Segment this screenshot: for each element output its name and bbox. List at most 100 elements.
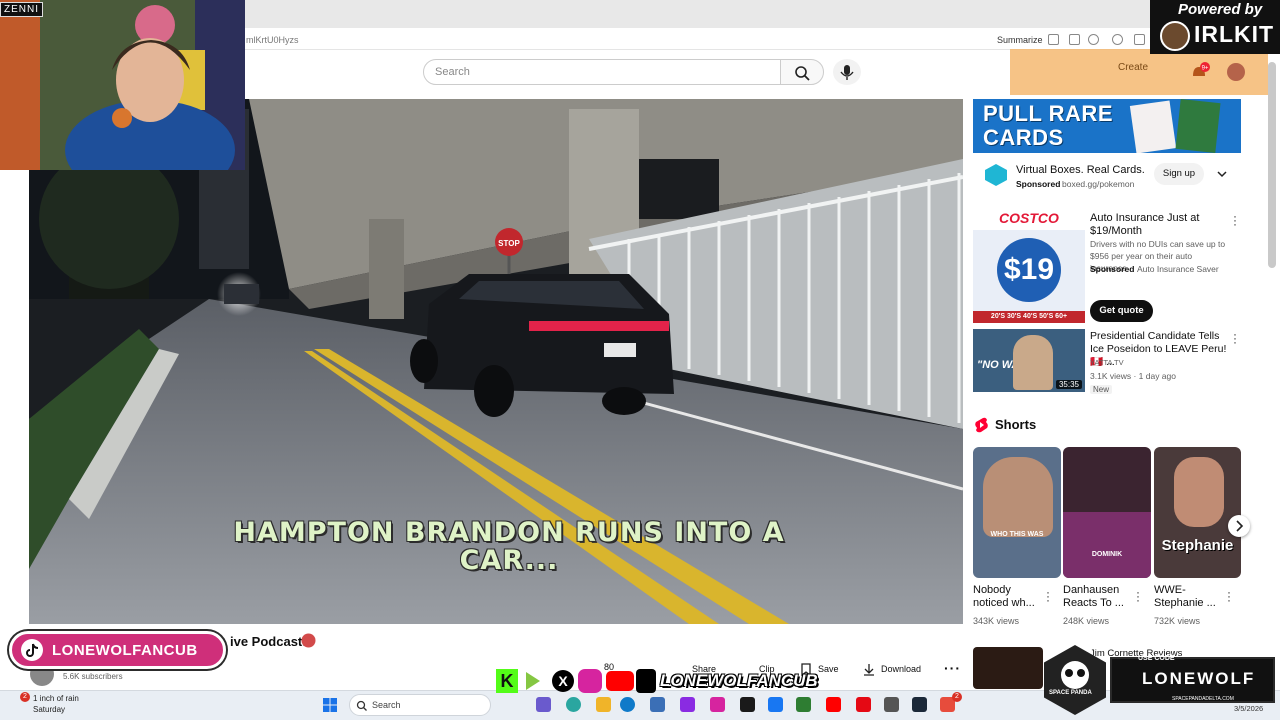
- tiktok-handle: LONEWOLFANCUB: [52, 642, 198, 659]
- reader-icon[interactable]: [1069, 34, 1080, 45]
- star-icon[interactable]: [1088, 34, 1099, 45]
- copilot-icon[interactable]: [1048, 34, 1059, 45]
- instagram-icon[interactable]: [710, 697, 725, 712]
- costco-advertiser: Auto Insurance Saver: [1137, 264, 1219, 274]
- app-icon[interactable]: [884, 697, 899, 712]
- use-code-label: USE CODE: [1138, 655, 1175, 662]
- powered-by-badge: Powered by IRLKIT: [1150, 0, 1280, 54]
- weather-day: Saturday: [33, 705, 66, 714]
- summarize-button[interactable]: Summarize: [997, 35, 1043, 45]
- short-menu-icon-1[interactable]: · · ·: [1046, 586, 1050, 606]
- page-scrollbar[interactable]: [1268, 62, 1276, 268]
- search-button[interactable]: [780, 59, 824, 85]
- video-title: ive Podcast!: [230, 634, 307, 649]
- sidebar-video-channel[interactable]: YATTA TV: [1090, 357, 1124, 369]
- video-player[interactable]: STOP HAMPTON BRANDON RUNS INTO A CAR...: [29, 99, 963, 624]
- extensions-icon[interactable]: [1134, 34, 1145, 45]
- socials-handle: LONEWOLFANCUB: [660, 671, 818, 690]
- short-thumb-text-2: DOMINIK: [1091, 551, 1123, 558]
- youtube-icon[interactable]: [826, 697, 841, 712]
- shorts-next-button[interactable]: [1228, 515, 1250, 537]
- download-button[interactable]: Download: [881, 664, 921, 682]
- ad-signup-button[interactable]: Sign up: [1154, 163, 1204, 185]
- irlkit-brand: IRLKIT: [1194, 21, 1275, 47]
- video-menu-icon[interactable]: · · ·: [1233, 328, 1237, 348]
- webcam-overlay: ZENNI: [0, 0, 245, 170]
- short-views-3: 732K views: [1154, 616, 1201, 626]
- socials-overlay: K X LONEWOLFANCUB: [496, 666, 818, 696]
- search-icon: [356, 700, 367, 711]
- costco-ages: 20'S 30'S 40'S 50'S 60+: [973, 311, 1085, 323]
- url-text[interactable]: mlKrtU0Hyzs: [246, 35, 299, 45]
- tiktok-icon: [636, 669, 656, 693]
- svg-text:STOP: STOP: [498, 239, 520, 248]
- next-video-thumbnail[interactable]: [973, 647, 1043, 689]
- teams-icon[interactable]: [536, 697, 551, 712]
- instagram-icon: [578, 669, 602, 693]
- avatar[interactable]: [1227, 63, 1245, 81]
- short-thumb-text-1: WHO THIS WAS: [990, 531, 1044, 538]
- windows-start-icon[interactable]: [322, 697, 338, 713]
- short-thumbnail-2[interactable]: DOMINIK: [1063, 447, 1151, 578]
- short-menu-icon-2[interactable]: · · ·: [1136, 586, 1140, 606]
- file-explorer-icon[interactable]: [596, 697, 611, 712]
- download-icon: [864, 664, 874, 676]
- save-button[interactable]: Save: [818, 664, 839, 682]
- voice-search-button[interactable]: [833, 59, 861, 85]
- ad-banner-image[interactable]: PULL RARE CARDS: [973, 99, 1241, 153]
- app-icon[interactable]: [796, 697, 811, 712]
- facebook-icon[interactable]: [768, 697, 783, 712]
- ad-menu-icon[interactable]: · · ·: [1233, 210, 1237, 230]
- irlkit-bear-icon: [1160, 21, 1190, 51]
- search-input[interactable]: Search: [423, 59, 781, 85]
- taskbar-badge: 2: [952, 692, 962, 702]
- shorts-heading: Shorts: [995, 417, 1037, 432]
- store-icon[interactable]: [650, 697, 665, 712]
- refresh-icon[interactable]: [1112, 34, 1123, 45]
- taskbar-search-label: Search: [372, 700, 401, 710]
- new-badge: New: [1090, 385, 1113, 394]
- zenni-sponsor-tag: ZENNI: [0, 2, 43, 17]
- get-quote-button[interactable]: Get quote: [1090, 300, 1153, 322]
- more-actions-icon[interactable]: ···: [944, 660, 961, 676]
- space-panda-label: SPACE PANDA: [1049, 690, 1092, 696]
- app-icon[interactable]: [680, 697, 695, 712]
- taskbar-search[interactable]: Search: [349, 694, 491, 716]
- rumble-icon: [526, 672, 540, 690]
- webcam-frame: [0, 0, 245, 170]
- steam-icon[interactable]: [912, 697, 927, 712]
- short-thumbnail-3[interactable]: Stephanie: [1154, 447, 1241, 578]
- address-bar[interactable]: mlKrtU0Hyzs Summarize: [240, 30, 1280, 50]
- notifications-icon[interactable]: 9+: [1188, 62, 1214, 82]
- app-icon[interactable]: [740, 697, 755, 712]
- short-thumbnail-1[interactable]: WHO THIS WAS: [973, 447, 1061, 578]
- lonewolf-name: LONEWOLF: [1142, 669, 1256, 688]
- advertiser-logo-icon: [985, 164, 1007, 186]
- edge-icon[interactable]: [620, 697, 635, 712]
- lonewolf-overlay: USE CODE LONEWOLF SPACEPANDADELTA.COM SP…: [1044, 645, 1280, 720]
- costco-sponsored-label: Sponsored: [1090, 264, 1135, 274]
- chevron-down-icon[interactable]: [1216, 169, 1228, 179]
- weather-widget[interactable]: 1 inch of rain Saturday: [20, 693, 79, 715]
- costco-ad-thumbnail[interactable]: COSTCO $19 20'S 30'S 40'S 50'S 60+: [973, 210, 1085, 323]
- chevron-right-icon: [1236, 520, 1244, 532]
- short-views-1: 343K views: [973, 616, 1020, 626]
- notifications-count: 9+: [1202, 66, 1209, 72]
- ad-banner-headline: PULL RARE CARDS: [983, 101, 1113, 150]
- short-thumb-text-3: Stephanie: [1161, 537, 1234, 554]
- lonewolf-url: SPACEPANDADELTA.COM: [1172, 696, 1234, 702]
- video-thumbnail[interactable]: "NO WAY" 35:35: [973, 329, 1085, 392]
- short-title-3[interactable]: WWE- Stephanie ...: [1154, 584, 1224, 610]
- short-title-1[interactable]: Nobody noticed wh...: [973, 584, 1043, 610]
- sidebar-video-meta: 3.1K views · 1 day ago: [1090, 371, 1176, 381]
- costco-ad-title[interactable]: Auto Insurance Just at $19/Month: [1090, 212, 1220, 238]
- netflix-icon[interactable]: [856, 697, 871, 712]
- short-title-2[interactable]: Danhausen Reacts To ...: [1063, 584, 1133, 610]
- search-icon: [795, 66, 810, 81]
- copilot-icon[interactable]: [566, 697, 581, 712]
- short-menu-icon-3[interactable]: · · ·: [1227, 586, 1231, 606]
- video-duration: 35:35: [1055, 380, 1082, 389]
- ad-title[interactable]: Virtual Boxes. Real Cards.: [1016, 164, 1145, 177]
- weather-title: 1 inch of rain: [33, 694, 79, 703]
- create-button[interactable]: Create: [1118, 62, 1148, 73]
